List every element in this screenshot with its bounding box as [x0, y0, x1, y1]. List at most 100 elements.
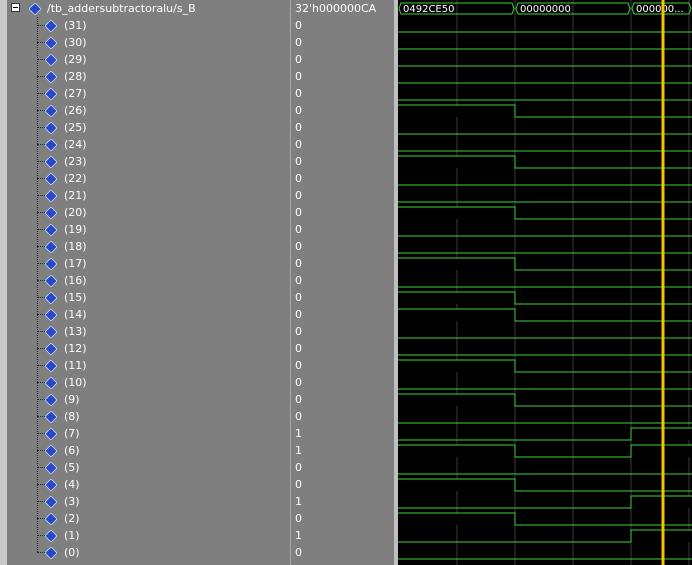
signal-row-bit[interactable]: (11)	[0, 357, 290, 374]
signal-row-bit[interactable]: (20)	[0, 204, 290, 221]
value-row-bit: 0	[291, 306, 394, 323]
signal-row-bit[interactable]: (3)	[0, 493, 290, 510]
signal-row-bit[interactable]: (6)	[0, 442, 290, 459]
signal-row-bit[interactable]: (8)	[0, 408, 290, 425]
bit-label: (2)	[64, 512, 80, 525]
signal-row-bit[interactable]: (30)	[0, 34, 290, 51]
signal-row-bit[interactable]: (21)	[0, 187, 290, 204]
signal-row-bit[interactable]: (16)	[0, 272, 290, 289]
value-row-bit: 0	[291, 102, 394, 119]
signal-row-bit[interactable]: (9)	[0, 391, 290, 408]
bit-label: (13)	[64, 325, 87, 338]
value-row-bit: 0	[291, 289, 394, 306]
tree-branch	[37, 314, 45, 315]
bit-label: (9)	[64, 393, 80, 406]
diamond-icon	[45, 547, 57, 559]
diamond-icon	[45, 479, 57, 491]
high-fill	[398, 479, 515, 491]
diamond-icon	[45, 513, 57, 525]
value-row-parent: 32'h000000CA	[291, 0, 394, 17]
bit-label: (27)	[64, 87, 87, 100]
signal-value-pane: 32'h000000CA 0 0 0 0 0 0 0 0 0 0 0 0 0 0 0 0 0 0 0 0 0 0 0 0 1 1 0…	[290, 0, 394, 565]
bit-label: (25)	[64, 121, 87, 134]
value-row-bit: 1	[291, 493, 394, 510]
bus-segment-label: 00000000	[520, 4, 571, 15]
bit-value: 0	[295, 104, 302, 117]
diamond-icon	[45, 20, 57, 32]
value-row-bit: 0	[291, 510, 394, 527]
signal-row-bit[interactable]: (19)	[0, 221, 290, 238]
bit-value: 0	[295, 19, 302, 32]
signal-row-bit[interactable]: (1)	[0, 527, 290, 544]
value-row-bit: 0	[291, 374, 394, 391]
bit-value: 0	[295, 138, 302, 151]
signal-row-bit[interactable]: (2)	[0, 510, 290, 527]
parent-signal-name: /tb_addersubtractoralu/s_B	[47, 2, 196, 15]
bit-value: 1	[295, 444, 302, 457]
tree-branch	[37, 433, 45, 434]
signal-row-bit[interactable]: (27)	[0, 85, 290, 102]
tree-branch	[37, 348, 45, 349]
tree-branch	[37, 535, 45, 536]
signal-row-bit[interactable]: (26)	[0, 102, 290, 119]
signal-row-bit[interactable]: (31)	[0, 17, 290, 34]
diamond-icon	[45, 445, 57, 457]
bit-label: (1)	[64, 529, 80, 542]
bit-value: 0	[295, 291, 302, 304]
bit-label: (14)	[64, 308, 87, 321]
tree-branch	[37, 212, 45, 213]
tree-branch	[37, 518, 45, 519]
tree-branch	[37, 467, 45, 468]
diamond-icon	[29, 3, 41, 15]
bit-label: (20)	[64, 206, 87, 219]
signal-row-bit[interactable]: (5)	[0, 459, 290, 476]
diamond-icon	[45, 275, 57, 287]
signal-row-bit[interactable]: (23)	[0, 153, 290, 170]
signal-row-bit[interactable]: (18)	[0, 238, 290, 255]
value-row-bit: 0	[291, 68, 394, 85]
signal-row-bit[interactable]: (7)	[0, 425, 290, 442]
signal-row-bit[interactable]: (15)	[0, 289, 290, 306]
diamond-icon	[45, 428, 57, 440]
waveform-canvas[interactable]: 0492CE50 00000000 000000...	[398, 0, 692, 565]
high-fill	[398, 156, 515, 168]
high-fill	[398, 309, 515, 321]
signal-row-bit[interactable]: (12)	[0, 340, 290, 357]
diamond-icon	[45, 309, 57, 321]
tree-branch	[37, 331, 45, 332]
bit-label: (12)	[64, 342, 87, 355]
value-row-bit: 0	[291, 170, 394, 187]
tree-branch	[37, 178, 45, 179]
value-row-bit: 0	[291, 17, 394, 34]
bus-segment-label: 0492CE50	[403, 4, 454, 15]
bit-value: 1	[295, 495, 302, 508]
signal-row-bit[interactable]: (25)	[0, 119, 290, 136]
signal-row-parent[interactable]: /tb_addersubtractoralu/s_B	[0, 0, 290, 17]
tree-branch	[37, 399, 45, 400]
signal-row-bit[interactable]: (24)	[0, 136, 290, 153]
signal-row-bit[interactable]: (10)	[0, 374, 290, 391]
tree-branch	[37, 42, 45, 43]
signal-row-bit[interactable]: (14)	[0, 306, 290, 323]
tree-branch	[37, 382, 45, 383]
signal-row-bit[interactable]: (29)	[0, 51, 290, 68]
tree-branch	[37, 195, 45, 196]
signal-row-bit[interactable]: (4)	[0, 476, 290, 493]
tree-branch	[37, 127, 45, 128]
signal-name-pane: /tb_addersubtractoralu/s_B (31) (30) (29) (…	[0, 0, 290, 565]
bit-value: 0	[295, 359, 302, 372]
value-row-bit: 0	[291, 391, 394, 408]
signal-row-bit[interactable]: (0)	[0, 544, 290, 561]
waveform-pane[interactable]: 0492CE50 00000000 000000...	[398, 0, 692, 565]
tree-branch	[37, 229, 45, 230]
bit-value: 0	[295, 240, 302, 253]
bit-value: 0	[295, 36, 302, 49]
value-row-bit: 0	[291, 85, 394, 102]
signal-row-bit[interactable]: (22)	[0, 170, 290, 187]
signal-row-bit[interactable]: (13)	[0, 323, 290, 340]
value-row-bit: 0	[291, 238, 394, 255]
signal-row-bit[interactable]: (28)	[0, 68, 290, 85]
bit-label: (24)	[64, 138, 87, 151]
collapse-minus-icon[interactable]	[11, 3, 20, 12]
signal-row-bit[interactable]: (17)	[0, 255, 290, 272]
